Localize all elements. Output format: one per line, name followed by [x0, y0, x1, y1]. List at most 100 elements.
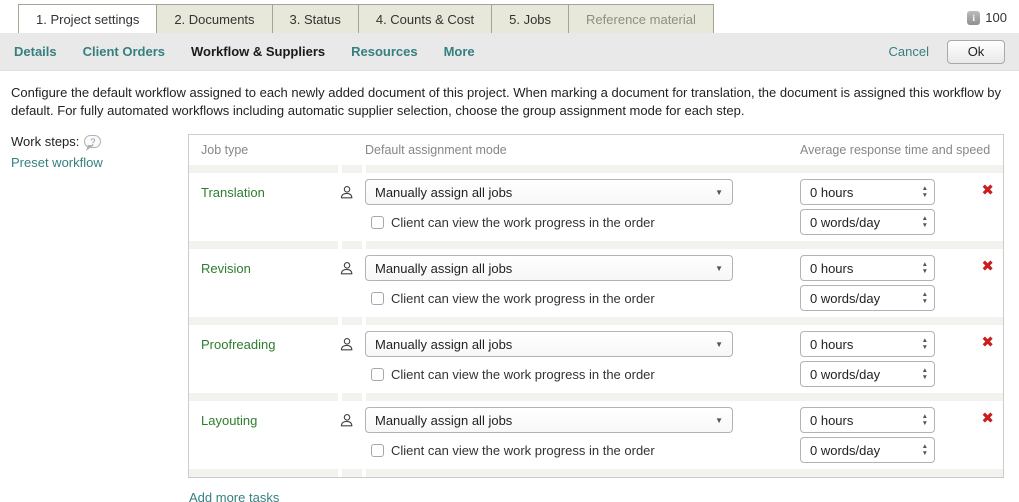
assignment-mode-value: Manually assign all jobs	[375, 185, 715, 200]
col-header-job-type: Job type	[189, 143, 363, 157]
delete-row-button[interactable]: ✖	[981, 183, 994, 198]
subnav-item[interactable]: Workflow & Suppliers	[191, 44, 325, 59]
tab-label: 5. Jobs	[509, 12, 551, 27]
delete-row-button[interactable]: ✖	[981, 411, 994, 426]
client-view-label: Client can view the work progress in the…	[391, 443, 655, 458]
info-icon: i	[967, 11, 980, 25]
person-icon	[339, 261, 363, 276]
assignment-mode-select[interactable]: Manually assign all jobs ▼	[365, 407, 733, 433]
preset-workflow-link[interactable]: Preset workflow	[11, 155, 188, 170]
response-time-stepper[interactable]: 0 hours ▲▼	[800, 179, 935, 205]
col-header-response: Average response time and speed	[800, 143, 1003, 157]
chevron-down-icon: ▼	[715, 340, 723, 349]
chevron-down-icon: ▼	[715, 188, 723, 197]
stepper-arrows-icon[interactable]: ▲▼	[922, 186, 928, 199]
tab[interactable]: 1. Project settings	[18, 4, 157, 33]
client-view-checkbox[interactable]	[371, 444, 384, 457]
client-view-row: Client can view the work progress in the…	[371, 215, 800, 230]
response-time-value: 0 hours	[810, 185, 922, 200]
client-view-checkbox[interactable]	[371, 368, 384, 381]
response-time-value: 0 hours	[810, 413, 922, 428]
response-time-stepper[interactable]: 0 hours ▲▼	[800, 407, 935, 433]
speed-value: 0 words/day	[810, 291, 922, 306]
subnav-item[interactable]: Details	[14, 44, 57, 59]
tab[interactable]: 5. Jobs	[491, 4, 569, 33]
left-column: Work steps: ? Preset workflow	[11, 134, 188, 502]
document-count: 100	[985, 10, 1007, 25]
assignment-mode-select[interactable]: Manually assign all jobs ▼	[365, 179, 733, 205]
cancel-button[interactable]: Cancel	[889, 44, 929, 59]
assignment-mode-value: Manually assign all jobs	[375, 261, 715, 276]
workflow-row: Translation Man	[189, 173, 1003, 249]
ok-button[interactable]: Ok	[947, 40, 1005, 64]
tab[interactable]: 3. Status	[272, 4, 359, 33]
chevron-down-icon: ▼	[715, 264, 723, 273]
stepper-arrows-icon[interactable]: ▲▼	[922, 216, 928, 229]
speed-stepper[interactable]: 0 words/day ▲▼	[800, 209, 935, 235]
delete-row-button[interactable]: ✖	[981, 259, 994, 274]
workflow-row: Revision Manual	[189, 249, 1003, 325]
tab-label: 3. Status	[290, 12, 341, 27]
row-separator	[189, 317, 1003, 325]
workflow-row: Layouting Manua	[189, 401, 1003, 477]
client-view-label: Client can view the work progress in the…	[391, 291, 655, 306]
client-view-checkbox[interactable]	[371, 216, 384, 229]
stepper-arrows-icon[interactable]: ▲▼	[922, 292, 928, 305]
job-type-label: Translation	[201, 185, 265, 200]
response-time-value: 0 hours	[810, 261, 922, 276]
assignment-mode-select[interactable]: Manually assign all jobs ▼	[365, 255, 733, 281]
chevron-down-icon: ▼	[715, 416, 723, 425]
speed-stepper[interactable]: 0 words/day ▲▼	[800, 361, 935, 387]
tab-label: 4. Counts & Cost	[376, 12, 474, 27]
person-icon	[339, 337, 363, 352]
client-view-label: Client can view the work progress in the…	[391, 215, 655, 230]
subnav-item[interactable]: Resources	[351, 44, 417, 59]
add-more-tasks-link[interactable]: Add more tasks	[189, 490, 1004, 502]
client-view-row: Client can view the work progress in the…	[371, 291, 800, 306]
client-view-row: Client can view the work progress in the…	[371, 443, 800, 458]
person-icon	[339, 185, 363, 200]
table-header: Job type Default assignment mode Average…	[189, 135, 1003, 165]
content-area: Work steps: ? Preset workflow Job type D…	[0, 120, 1019, 502]
work-steps-label: Work steps:	[11, 134, 79, 149]
client-view-row: Client can view the work progress in the…	[371, 367, 800, 382]
stepper-arrows-icon[interactable]: ▲▼	[922, 414, 928, 427]
tab[interactable]: Reference material	[568, 4, 714, 33]
tab[interactable]: 4. Counts & Cost	[358, 4, 492, 33]
speed-stepper[interactable]: 0 words/day ▲▼	[800, 285, 935, 311]
subnav-item[interactable]: Client Orders	[83, 44, 165, 59]
document-counter: i 100	[967, 10, 1007, 25]
stepper-arrows-icon[interactable]: ▲▼	[922, 262, 928, 275]
stepper-arrows-icon[interactable]: ▲▼	[922, 444, 928, 457]
row-separator	[189, 241, 1003, 249]
row-separator	[189, 165, 1003, 173]
workflow-table: Job type Default assignment mode Average…	[188, 134, 1004, 478]
subnav-item[interactable]: More	[444, 44, 475, 59]
client-view-checkbox[interactable]	[371, 292, 384, 305]
assignment-mode-value: Manually assign all jobs	[375, 337, 715, 352]
delete-row-button[interactable]: ✖	[981, 335, 994, 350]
speed-value: 0 words/day	[810, 367, 922, 382]
job-type-label: Layouting	[201, 413, 257, 428]
workflow-row: Proofreading Ma	[189, 325, 1003, 401]
response-time-stepper[interactable]: 0 hours ▲▼	[800, 331, 935, 357]
stepper-arrows-icon[interactable]: ▲▼	[922, 368, 928, 381]
col-header-assignment-mode: Default assignment mode	[363, 143, 800, 157]
tab-label: 2. Documents	[174, 12, 254, 27]
response-time-value: 0 hours	[810, 337, 922, 352]
tab[interactable]: 2. Documents	[156, 4, 272, 33]
job-type-label: Proofreading	[201, 337, 275, 352]
help-bubble-icon[interactable]: ?	[84, 135, 101, 148]
job-type-label: Revision	[201, 261, 251, 276]
person-icon	[339, 413, 363, 428]
response-time-stepper[interactable]: 0 hours ▲▼	[800, 255, 935, 281]
assignment-mode-select[interactable]: Manually assign all jobs ▼	[365, 331, 733, 357]
tab-bar: 1. Project settings 2. Documents 3. Stat…	[0, 0, 1019, 33]
tab-label: Reference material	[586, 12, 696, 27]
assignment-mode-value: Manually assign all jobs	[375, 413, 715, 428]
row-separator	[189, 469, 1003, 477]
speed-stepper[interactable]: 0 words/day ▲▼	[800, 437, 935, 463]
stepper-arrows-icon[interactable]: ▲▼	[922, 338, 928, 351]
subnav-actions: Cancel Ok	[889, 40, 1005, 64]
client-view-label: Client can view the work progress in the…	[391, 367, 655, 382]
